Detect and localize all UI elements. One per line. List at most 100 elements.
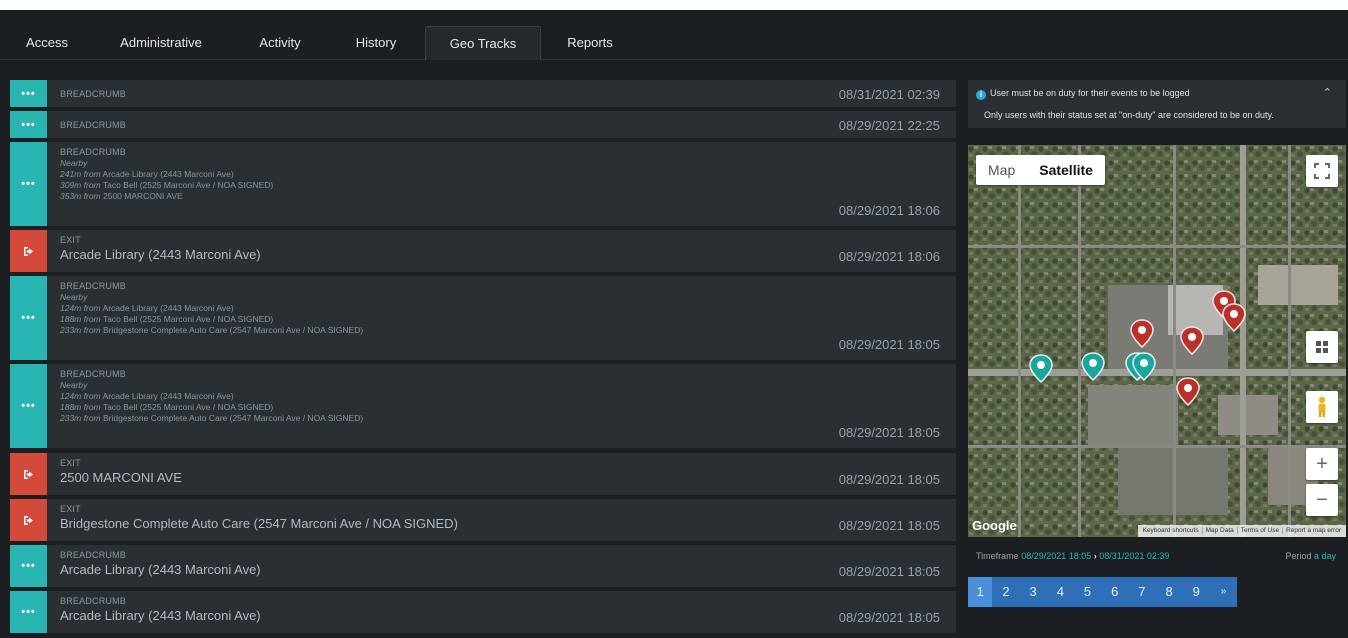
event-row[interactable]: ••• BREADCRUMB Arcade Library (2443 Marc…	[10, 545, 956, 587]
event-row[interactable]: EXIT Arcade Library (2443 Marconi Ave) 0…	[10, 230, 956, 272]
event-row[interactable]: ••• BREADCRUMB Nearby 241m from Arcade L…	[10, 142, 956, 226]
terms-of-use-link[interactable]: Terms of Use	[1236, 527, 1283, 534]
report-map-error-link[interactable]: Report a map error	[1282, 527, 1344, 534]
page-link[interactable]: 4	[1047, 577, 1074, 607]
red-marker	[1130, 319, 1154, 349]
nearby-label: Nearby	[60, 380, 88, 390]
event-row[interactable]: EXIT 2500 MARCONI AVE 08/29/2021 18:05	[10, 453, 956, 495]
event-timestamp: 08/31/2021 02:39	[838, 87, 940, 102]
tab-activity[interactable]: Activity	[247, 26, 313, 60]
event-place: Arcade Library (2443 Marconi Ave)	[60, 608, 261, 623]
event-timestamp: 08/29/2021 18:05	[838, 518, 940, 533]
event-type: BREADCRUMB	[60, 281, 127, 291]
timeframe-label: Timeframe	[976, 551, 1019, 561]
exit-icon	[10, 230, 47, 272]
event-row[interactable]: EXIT Bridgestone Complete Auto Care (254…	[10, 499, 956, 541]
red-marker	[1180, 326, 1204, 356]
event-type: EXIT	[60, 504, 81, 514]
next-page-button[interactable]: »	[1210, 577, 1237, 607]
nearby-location: 124m from Arcade Library (2443 Marconi A…	[60, 391, 234, 401]
map-footer-links: Keyboard shortcuts Map Data Terms of Use Re…	[1137, 525, 1346, 537]
exit-icon	[10, 453, 47, 495]
event-type: BREADCRUMB	[60, 120, 127, 130]
event-type: BREADCRUMB	[60, 147, 127, 157]
timeframe-bar: Timeframe 08/29/2021 18:05 › 08/31/2021 …	[968, 545, 1346, 569]
event-type: BREADCRUMB	[60, 89, 127, 99]
exit-icon	[10, 499, 47, 541]
nearby-location: 124m from Arcade Library (2443 Marconi A…	[60, 303, 234, 313]
event-timestamp: 08/29/2021 18:06	[838, 249, 940, 264]
page-link[interactable]: 2	[992, 577, 1019, 607]
nearby-location: 233m from Bridgestone Complete Auto Care…	[60, 413, 364, 423]
event-row[interactable]: ••• BREADCRUMB Arcade Library (2443 Marc…	[10, 591, 956, 633]
page-link[interactable]: 5	[1074, 577, 1101, 607]
pagination: 1 2 3 4 5 6 7 8 9 »	[968, 577, 1237, 607]
arrow-icon: ›	[1093, 551, 1097, 561]
event-type: EXIT	[60, 458, 81, 468]
fullscreen-icon[interactable]	[1306, 155, 1338, 187]
nearby-location: 188m from Taco Bell (2525 Marconi Ave / …	[60, 314, 274, 324]
tab-access[interactable]: Access	[18, 26, 76, 60]
map-type-satellite[interactable]: Satellite	[1027, 155, 1105, 185]
red-marker	[1222, 303, 1246, 333]
chevron-up-icon[interactable]: ⌃	[1323, 86, 1332, 99]
layers-grid-icon[interactable]	[1306, 331, 1338, 363]
event-timestamp: 08/29/2021 18:05	[838, 425, 940, 440]
breadcrumb-icon: •••	[10, 545, 47, 587]
tab-geo-tracks[interactable]: Geo Tracks	[425, 26, 541, 60]
nearby-location: 233m from Bridgestone Complete Auto Care…	[60, 325, 364, 335]
top-strip	[0, 0, 1348, 10]
tab-administrative[interactable]: Administrative	[107, 26, 215, 60]
period-value: a day	[1313, 551, 1336, 561]
event-timestamp: 08/29/2021 18:06	[838, 203, 940, 218]
tab-reports[interactable]: Reports	[555, 26, 625, 60]
map-markers	[1029, 290, 1246, 407]
breadcrumb-icon: •••	[10, 591, 47, 633]
breadcrumb-icon: •••	[10, 111, 47, 138]
breadcrumb-icon: •••	[10, 80, 47, 107]
nearby-label: Nearby	[60, 158, 88, 168]
page-link[interactable]: 3	[1020, 577, 1047, 607]
period-label: Period	[1285, 551, 1312, 561]
breadcrumb-icon: •••	[10, 364, 47, 448]
page-link[interactable]: 9	[1183, 577, 1210, 607]
page-link[interactable]: 1	[968, 577, 993, 607]
event-row[interactable]: ••• BREADCRUMB Nearby 124m from Arcade L…	[10, 276, 956, 360]
event-type: BREADCRUMB	[60, 596, 127, 606]
teal-marker	[1029, 354, 1053, 384]
event-timestamp: 08/29/2021 22:25	[838, 118, 940, 133]
map-type-map[interactable]: Map	[976, 155, 1027, 185]
breadcrumb-icon: •••	[10, 276, 47, 360]
event-row[interactable]: ••• BREADCRUMB 08/29/2021 22:25	[10, 111, 956, 138]
event-type: BREADCRUMB	[60, 550, 127, 560]
map-view[interactable]: Map Satellite + − Google Keyboard shortc…	[968, 145, 1346, 537]
zoom-in-button[interactable]: +	[1306, 448, 1338, 480]
breadcrumb-icon: •••	[10, 142, 47, 226]
duty-notice: i User must be on duty for their events t…	[968, 80, 1346, 128]
page-link[interactable]: 8	[1156, 577, 1183, 607]
notice-line-2: Only users with their status set at "on-…	[984, 110, 1274, 120]
event-timestamp: 08/29/2021 18:05	[838, 610, 940, 625]
event-type: EXIT	[60, 235, 81, 245]
map-type-control: Map Satellite	[976, 155, 1105, 185]
tab-history[interactable]: History	[343, 26, 409, 60]
red-marker	[1176, 377, 1200, 407]
map-data-link[interactable]: Map Data	[1201, 527, 1237, 534]
google-logo: Google	[972, 518, 1017, 533]
notice-line-1: User must be on duty for their events to…	[990, 88, 1190, 98]
info-icon: i	[976, 90, 986, 100]
page-link[interactable]: 6	[1101, 577, 1128, 607]
event-row[interactable]: ••• BREADCRUMB 08/31/2021 02:39	[10, 80, 956, 107]
timeframe-end: 08/31/2021 02:39	[1099, 551, 1170, 561]
zoom-out-button[interactable]: −	[1306, 484, 1338, 516]
page-link[interactable]: 7	[1128, 577, 1155, 607]
nearby-location: 188m from Taco Bell (2525 Marconi Ave / …	[60, 402, 274, 412]
pegman-icon[interactable]	[1306, 391, 1338, 423]
event-place: Arcade Library (2443 Marconi Ave)	[60, 562, 261, 577]
event-timestamp: 08/29/2021 18:05	[838, 564, 940, 579]
event-place: Arcade Library (2443 Marconi Ave)	[60, 247, 261, 262]
event-place: 2500 MARCONI AVE	[60, 470, 182, 485]
event-row[interactable]: ••• BREADCRUMB Nearby 124m from Arcade L…	[10, 364, 956, 448]
event-place: Bridgestone Complete Auto Care (2547 Mar…	[60, 516, 458, 531]
keyboard-shortcuts-link[interactable]: Keyboard shortcuts	[1140, 527, 1202, 534]
